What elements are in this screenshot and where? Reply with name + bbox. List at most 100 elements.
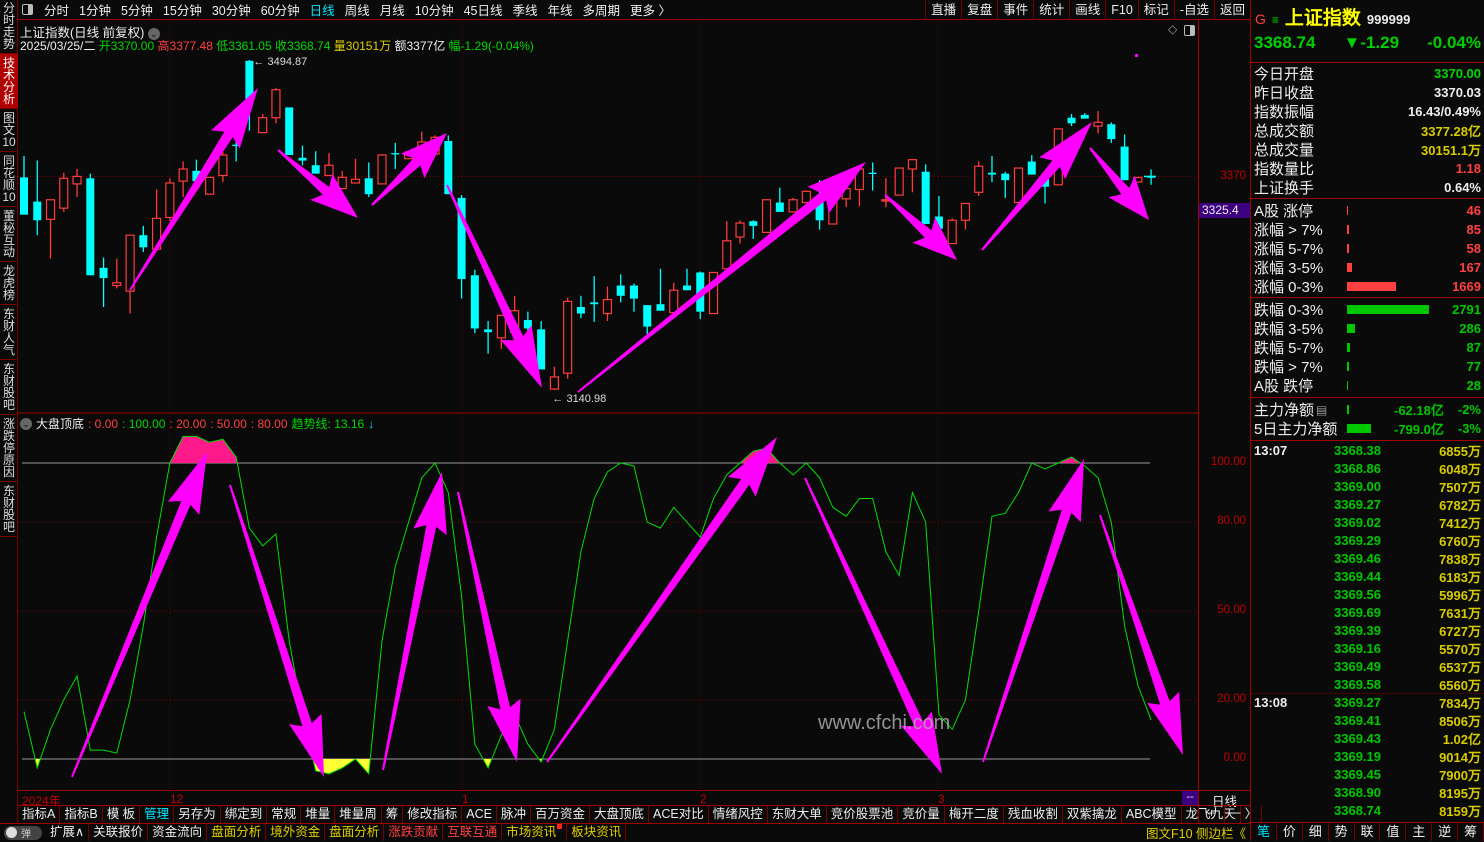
annotation-arrow[interactable]	[884, 194, 957, 260]
indicator-tab-12[interactable]: 脉冲	[497, 806, 532, 823]
annotation-arrow[interactable]	[982, 459, 1084, 763]
sidebar-toggle[interactable]: 图文F10 侧边栏《	[1146, 823, 1250, 842]
annotation-arrow[interactable]	[1099, 514, 1183, 755]
indicator-tab-0[interactable]: 指标A	[18, 806, 61, 823]
period-label[interactable]: 日线	[1198, 790, 1250, 809]
indicator-tab-23[interactable]: ABC模型	[1122, 806, 1182, 823]
panel-toggle-icon[interactable]	[1184, 25, 1195, 36]
detail-tab-5[interactable]: 值	[1380, 823, 1407, 841]
breadth-bar	[1347, 343, 1350, 352]
document-icon[interactable]: ▤	[1316, 403, 1327, 417]
stat-row: 总成交量 30151.1万	[1254, 142, 1481, 159]
chevron-down-icon[interactable]: ⌄	[20, 417, 32, 430]
function-tab-4[interactable]: 境外资金	[266, 824, 326, 841]
indicator-tab-1[interactable]: 指标B	[60, 806, 103, 823]
candle-body	[960, 202, 971, 221]
indicator-tab-13[interactable]: 百万资金	[531, 806, 591, 823]
indicator-tab-11[interactable]: ACE	[462, 806, 497, 823]
annotation-arrow[interactable]	[1089, 147, 1149, 220]
candle	[1080, 113, 1089, 119]
indicator-tab-8[interactable]: 堆量周	[335, 806, 382, 823]
candle-body	[974, 165, 984, 193]
g-icon[interactable]: G	[1255, 11, 1266, 27]
detail-tab-2[interactable]: 细	[1303, 823, 1329, 841]
diamond-icon[interactable]: ◇	[1168, 22, 1177, 36]
candle	[722, 221, 732, 270]
function-tab-9[interactable]: 板块资讯	[567, 824, 627, 841]
tick-row: 3369.43 1.02亿	[1334, 730, 1481, 747]
popup-toggle[interactable]: 弹	[4, 825, 42, 840]
indicator-tab-18[interactable]: 竞价股票池	[827, 806, 899, 823]
candle	[537, 320, 546, 370]
indicator-tab-5[interactable]: 绑定到	[221, 806, 268, 823]
indicator-tab-2[interactable]: 模 板	[103, 806, 141, 823]
down-arrow-icon: ↓	[368, 416, 375, 431]
candle-body	[324, 164, 334, 177]
breadth-bar	[1347, 362, 1350, 371]
indicator-tab-20[interactable]: 梅开二度	[945, 806, 1004, 823]
annotation-arrow[interactable]	[229, 484, 324, 777]
candle	[974, 161, 984, 197]
breadth-row: 涨幅 > 7% 85	[1254, 222, 1481, 239]
indicator-tab-10[interactable]: 修改指标	[403, 806, 463, 823]
indicator-tab-21[interactable]: 残血收割	[1004, 806, 1063, 823]
function-tab-1[interactable]: 关联报价	[89, 824, 149, 841]
candle	[987, 155, 996, 183]
function-tab-2[interactable]: 资金流向	[148, 824, 208, 841]
stat-row: 总成交额 3377.28亿	[1254, 123, 1481, 140]
annotation-arrow[interactable]	[981, 122, 1092, 251]
breadth-row: 涨幅 0-3% 1669	[1254, 279, 1481, 296]
candle-body	[1107, 124, 1116, 140]
chart-canvas[interactable]: ← 3494.87 ← 3140.98	[0, 0, 1250, 805]
detail-tab-8[interactable]: 筹	[1458, 823, 1484, 841]
indicator-tab-19[interactable]: 竞价量	[898, 806, 945, 823]
tick-row: 3369.69 7631万	[1334, 604, 1481, 621]
candle	[99, 257, 108, 307]
annotation-arrow[interactable]	[129, 88, 258, 291]
annotation-arrow[interactable]	[382, 472, 447, 771]
annotation-arrow[interactable]	[71, 452, 207, 778]
indicator-tabs: 指标A 指标B 模 板管理 另存为 绑定到 常规 堆量 堆量周筹修改指标 ACE 脉冲 百万资金 大盘…	[18, 805, 1263, 823]
function-tab-7[interactable]: 互联互通	[443, 824, 503, 841]
indicator-tab-9[interactable]: 筹	[382, 806, 404, 823]
candle	[391, 142, 400, 169]
breadth-bar	[1347, 244, 1349, 253]
function-tab-8[interactable]: 市场资讯	[502, 824, 568, 841]
detail-tab-4[interactable]: 联	[1355, 823, 1381, 841]
annotation-arrow[interactable]	[457, 491, 521, 762]
candle-body	[563, 300, 573, 374]
candle	[1107, 122, 1116, 143]
zoom-out-button[interactable]: −	[1225, 806, 1250, 823]
indicator-name[interactable]: 大盘顶底	[36, 415, 84, 432]
detail-tab-7[interactable]: 逆	[1432, 823, 1459, 841]
candle	[165, 178, 175, 222]
indicator-tab-14[interactable]: 大盘顶底	[590, 806, 650, 823]
indicator-tab-3[interactable]: 管理	[140, 806, 175, 823]
candle-body	[258, 117, 268, 134]
indicator-tab-6[interactable]: 常规	[267, 806, 302, 823]
function-tab-5[interactable]: 盘面分析	[325, 824, 385, 841]
candle	[45, 199, 56, 259]
function-tab-6[interactable]: 涨跌贡献	[384, 824, 444, 841]
detail-tab-6[interactable]: 主	[1406, 823, 1433, 841]
indicator-tab-22[interactable]: 双紫擒龙	[1063, 806, 1122, 823]
detail-tab-1[interactable]: 价	[1277, 823, 1303, 841]
candle	[576, 295, 585, 319]
annotation-arrow[interactable]	[446, 184, 542, 388]
indicator-tab-16[interactable]: 情绪风控	[709, 806, 768, 823]
annotation-arrow[interactable]	[546, 437, 777, 763]
detail-tab-0[interactable]: 笔	[1251, 823, 1277, 841]
function-tab-0[interactable]: 扩展∧	[46, 824, 90, 841]
indicator-tab-15[interactable]: ACE对比	[649, 806, 709, 823]
detail-tab-3[interactable]: 势	[1329, 823, 1355, 841]
zoom-in-button[interactable]: +	[1199, 806, 1225, 823]
indicator-tab-4[interactable]: 另存为	[174, 806, 221, 823]
menu-icon[interactable]: ≡	[1272, 13, 1279, 27]
indicator-tab-7[interactable]: 堆量	[301, 806, 336, 823]
candle-body	[894, 167, 904, 196]
candle	[563, 297, 573, 379]
candle-body	[735, 222, 745, 238]
indicator-tab-17[interactable]: 东财大单	[768, 806, 827, 823]
function-tab-3[interactable]: 盘面分析	[207, 824, 267, 841]
candle	[643, 305, 652, 335]
